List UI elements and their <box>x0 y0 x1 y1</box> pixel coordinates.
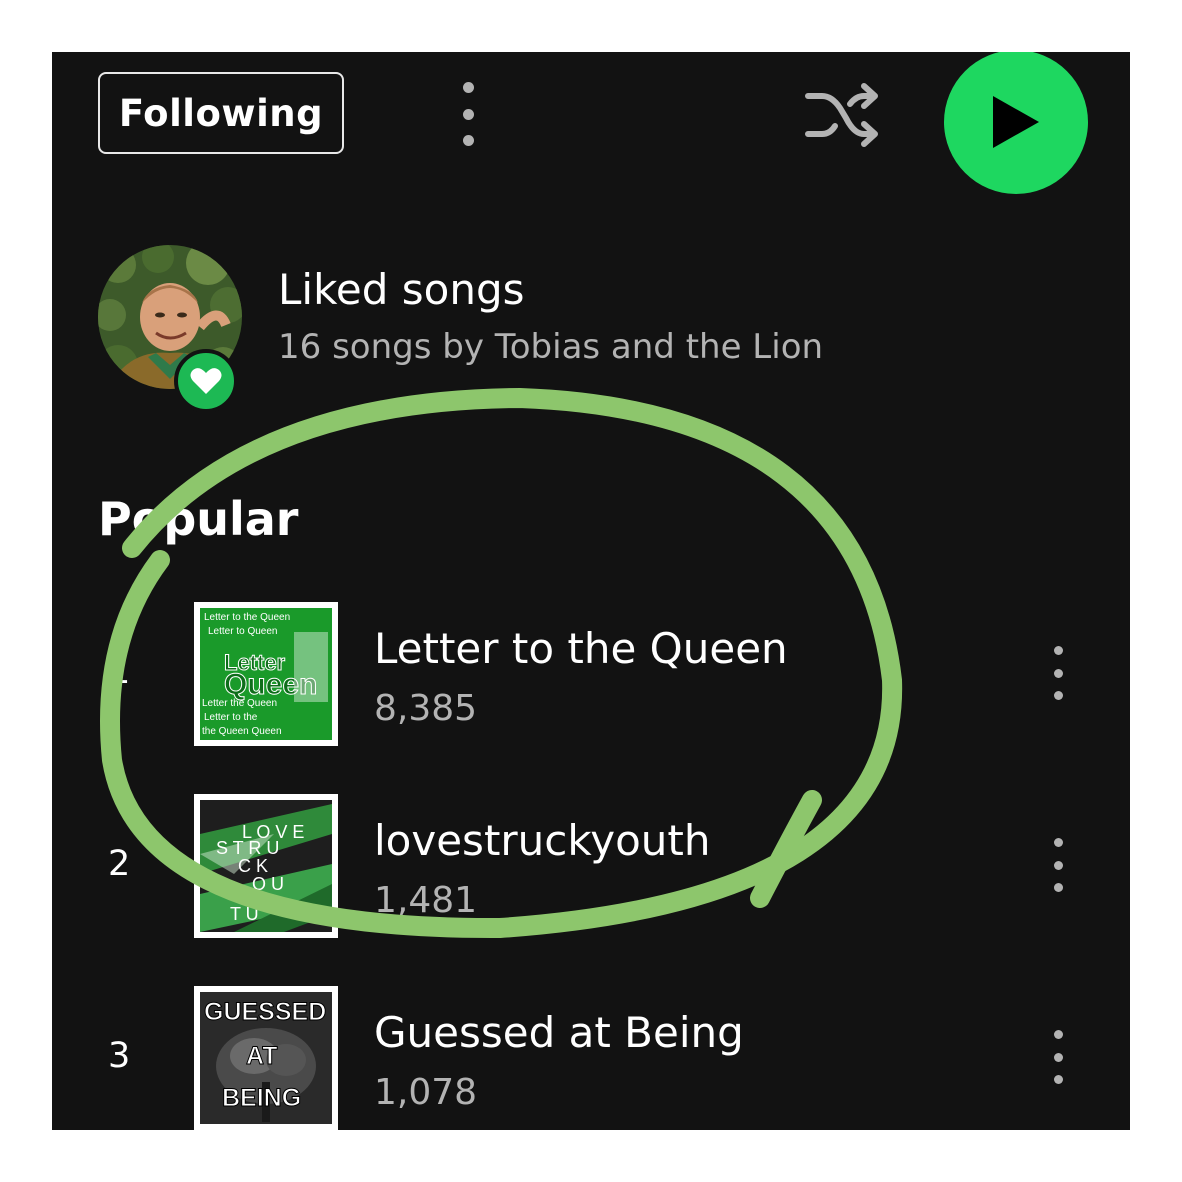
track-row[interactable]: 1 Letter to the Queen Letter to Queen Le… <box>52 602 1130 748</box>
artist-page: Following Liked songs 16 songs by Tobias… <box>52 52 1130 1130</box>
svg-text:Letter to the: Letter to the <box>204 712 258 723</box>
play-button[interactable] <box>944 52 1088 194</box>
svg-text:AT: AT <box>246 1042 277 1070</box>
liked-songs-subtitle: 16 songs by Tobias and the Lion <box>278 327 824 367</box>
track-more-icon[interactable] <box>1046 1030 1070 1084</box>
heart-icon <box>190 368 222 394</box>
play-icon <box>993 96 1039 148</box>
liked-songs-row[interactable]: Liked songs 16 songs by Tobias and the L… <box>98 245 898 413</box>
track-rank: 2 <box>108 844 131 884</box>
track-title: Letter to the Queen <box>374 624 788 673</box>
svg-text:T U: T U <box>230 904 259 924</box>
liked-badge <box>174 349 238 413</box>
track-rank: 1 <box>108 652 131 692</box>
svg-text:S T R U: S T R U <box>216 838 279 858</box>
track-row[interactable]: 3 GUESSED AT BEING Guessed at Being 1,07… <box>52 986 1130 1130</box>
track-plays: 1,481 <box>374 880 478 921</box>
svg-text:Letter to the Queen: Letter to the Queen <box>204 612 290 623</box>
album-cover: L O V E S T R U C K O U T U <box>194 794 338 938</box>
svg-text:BEING: BEING <box>222 1084 301 1112</box>
popular-heading: Popular <box>98 492 299 546</box>
svg-text:Letter to Queen: Letter to Queen <box>208 626 278 637</box>
track-more-icon[interactable] <box>1046 838 1070 892</box>
shuffle-icon[interactable] <box>802 80 882 150</box>
album-cover: Letter to the Queen Letter to Queen Lett… <box>194 602 338 746</box>
track-more-icon[interactable] <box>1046 646 1070 700</box>
following-button[interactable]: Following <box>98 72 344 154</box>
track-plays: 8,385 <box>374 688 478 729</box>
svg-text:C K: C K <box>238 856 268 876</box>
vertical-dots-icon[interactable] <box>448 82 488 146</box>
track-plays: 1,078 <box>374 1072 478 1113</box>
liked-songs-title: Liked songs <box>278 265 525 314</box>
svg-text:the Queen Queen: the Queen Queen <box>202 726 282 737</box>
track-rank: 3 <box>108 1036 131 1076</box>
track-row[interactable]: 2 L O V E S T R U C K O U T U lovestruck… <box>52 794 1130 940</box>
svg-text:O U: O U <box>252 874 284 894</box>
track-title: lovestruckyouth <box>374 816 711 865</box>
track-title: Guessed at Being <box>374 1008 744 1057</box>
svg-text:GUESSED: GUESSED <box>204 998 326 1026</box>
album-cover: GUESSED AT BEING <box>194 986 338 1130</box>
